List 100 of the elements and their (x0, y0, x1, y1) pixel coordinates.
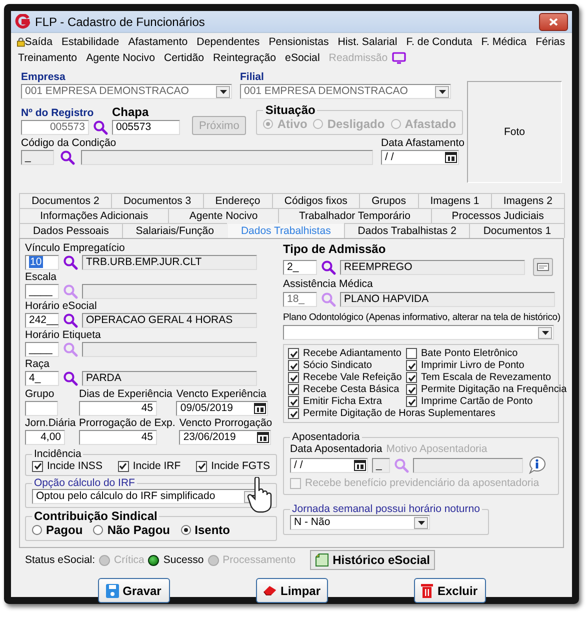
input-field[interactable]: 005573 (21, 120, 89, 135)
search-icon[interactable] (60, 150, 75, 165)
input-field[interactable]: 4,00 (25, 430, 65, 445)
tab[interactable]: Trabalhador Temporário (278, 208, 432, 223)
menu-item[interactable]: Treinamento (17, 52, 78, 64)
checkbox[interactable] (32, 460, 43, 472)
tab[interactable]: Grupos (359, 193, 419, 208)
dropdown-button[interactable] (538, 326, 552, 338)
menu-item[interactable]: Dependentes (196, 36, 261, 48)
checkbox[interactable] (406, 372, 417, 383)
menu-item[interactable]: Afastamento (127, 36, 189, 48)
menu-item[interactable]: Reintegração (212, 52, 278, 64)
clear-button[interactable]: Limpar (256, 578, 328, 603)
radio-button[interactable] (93, 525, 104, 535)
checkbox-label: Imprime Cartão de Ponto (421, 396, 533, 407)
checkbox[interactable] (406, 360, 417, 371)
menu-item[interactable]: F. Médica (480, 36, 528, 48)
date-field[interactable]: 09/05/2019 (176, 401, 268, 416)
padlock-icon (17, 36, 25, 48)
menu-item[interactable]: Agente Nocivo (85, 52, 156, 64)
menu-item[interactable]: F. de Conduta (405, 36, 474, 48)
dropdown-button[interactable] (414, 516, 428, 528)
tab[interactable]: Imagens 1 (418, 193, 492, 208)
checkbox[interactable] (406, 384, 417, 395)
checkbox[interactable] (406, 396, 417, 407)
menu-item[interactable]: Saída (24, 36, 54, 48)
tab[interactable]: Dados Trabalhistas 2 (344, 223, 470, 238)
checkbox[interactable] (288, 348, 299, 359)
input-field[interactable]: 45 (79, 430, 157, 445)
calendar-icon[interactable] (354, 460, 366, 470)
input-field[interactable] (25, 401, 58, 416)
tab[interactable]: Informações Adicionais (19, 208, 170, 223)
menu-item[interactable]: Férias (534, 36, 566, 48)
tab[interactable]: Salariais/Função (122, 223, 228, 238)
code-field[interactable]: 242__ (25, 313, 59, 328)
tab[interactable]: Documentos 2 (19, 193, 112, 208)
search-icon[interactable] (321, 260, 336, 274)
search-icon[interactable] (63, 371, 78, 386)
code-field[interactable]: 2_ (283, 260, 317, 274)
menu-item[interactable]: Pensionistas (268, 36, 330, 48)
checkbox[interactable] (196, 460, 208, 472)
menu-item[interactable]: Certidão (162, 52, 206, 64)
tab[interactable]: Endereço (202, 193, 273, 208)
code-field[interactable]: 4_ (25, 371, 59, 386)
tab[interactable]: Agente Nocivo (168, 208, 279, 223)
radio-button[interactable] (32, 525, 42, 535)
code-field[interactable]: ____ (25, 284, 59, 299)
field-label: Horário eSocial (25, 300, 98, 312)
code-field[interactable]: 18_ (283, 292, 317, 307)
group-title: Jornada semanal possui horário noturno (291, 503, 481, 515)
calendar-icon[interactable] (257, 432, 270, 443)
dropdown-button[interactable] (216, 86, 230, 98)
checkbox[interactable] (288, 384, 299, 395)
menu-item[interactable]: eSocial (284, 52, 321, 64)
tab[interactable]: Imagens 2 (490, 193, 565, 208)
tab[interactable]: Dados Trabalhistas (226, 223, 345, 238)
code-field[interactable]: _ (21, 150, 54, 165)
radio-button[interactable] (180, 525, 191, 535)
date-field[interactable]: 23/06/2019 (179, 430, 272, 445)
date-field[interactable]: / / (290, 458, 368, 472)
menu-item[interactable]: Hist. Salarial (336, 36, 398, 48)
input-field[interactable]: 005573 (112, 120, 180, 135)
close-button[interactable] (539, 12, 568, 30)
radio-button[interactable] (263, 119, 274, 129)
delete-button[interactable]: Excluir (414, 578, 486, 603)
code-field[interactable]: ____ (25, 342, 59, 357)
search-icon[interactable] (63, 255, 78, 270)
search-icon[interactable] (93, 120, 108, 135)
tab[interactable]: Códigos fixos (272, 193, 360, 208)
radio-button[interactable] (313, 119, 324, 129)
save-button[interactable]: Gravar (98, 578, 170, 603)
date-field[interactable]: / / (381, 150, 459, 165)
checkbox[interactable] (406, 348, 417, 359)
company-dropdown[interactable]: 001 EMPRESA DEMONSTRACAO (21, 84, 232, 99)
radio-button[interactable] (390, 119, 401, 129)
search-icon[interactable] (63, 313, 78, 328)
input-field[interactable]: 45 (79, 401, 157, 416)
menu-item[interactable]: Estabilidade (60, 36, 120, 48)
monitor-icon[interactable] (392, 52, 406, 64)
checkbox-label: Bate Ponto Eletrônico (421, 348, 518, 359)
document-icon (314, 553, 329, 567)
night-shift-dropdown[interactable]: N - Não (290, 515, 430, 530)
calendar-icon[interactable] (254, 403, 266, 414)
tab[interactable]: Dados Pessoais (19, 223, 123, 238)
info-icon[interactable] (527, 456, 547, 474)
calendar-icon[interactable] (445, 152, 457, 163)
history-button[interactable]: Histórico eSocial (310, 550, 435, 570)
checkbox[interactable] (288, 372, 299, 383)
dropdown-button[interactable] (435, 86, 449, 98)
group-title: Contribuição Sindical (33, 509, 158, 523)
checkbox[interactable] (288, 408, 299, 419)
checkbox[interactable] (288, 396, 299, 407)
code-field[interactable]: 10 (25, 255, 59, 270)
tab[interactable]: Processos Judiciais (430, 208, 566, 223)
tab[interactable]: Documentos 1 (469, 223, 566, 238)
code-field[interactable]: _ (372, 458, 390, 472)
branch-dropdown[interactable]: 001 EMPRESA DEMONSTRACAO (240, 84, 451, 99)
card-button[interactable] (533, 258, 553, 276)
checkbox[interactable] (288, 360, 299, 371)
checkbox[interactable] (118, 460, 129, 472)
